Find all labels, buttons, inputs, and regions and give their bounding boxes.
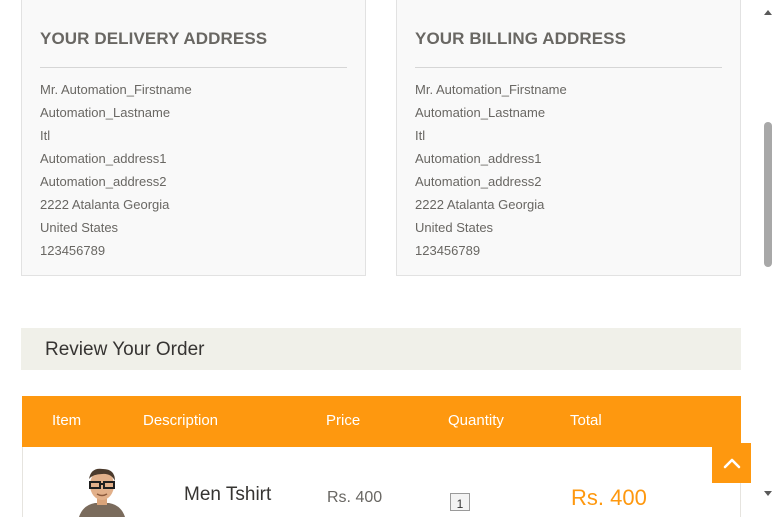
delivery-phone: 123456789 [40,243,106,258]
review-order-title: Review Your Order [45,339,205,360]
billing-address-card: YOUR BILLING ADDRESS Mr. Automation_Firs… [396,0,741,276]
product-price: Rs. 400 [327,489,383,506]
header-item: Item [52,412,82,429]
delivery-address-card: YOUR DELIVERY ADDRESS Mr. Automation_Fir… [21,0,366,276]
billing-address-title: YOUR BILLING ADDRESS [415,29,627,48]
billing-city-state: 2222 Atalanta Georgia [415,197,545,212]
header-description: Description [143,412,219,429]
header-quantity: Quantity [448,412,504,429]
divider [40,67,347,68]
review-order-heading: Review Your Order [21,328,741,370]
delivery-address2: Automation_address2 [40,174,167,189]
product-name-link[interactable]: Men Tshirt [184,484,271,506]
scroll-up-arrow-icon[interactable] [764,10,772,15]
order-table-header: Item Description Price Quantity Total [22,396,741,447]
divider [415,67,722,68]
scroll-to-top-button[interactable] [712,443,751,483]
chevron-up-icon [723,458,740,469]
billing-country: United States [415,220,494,235]
delivery-address1: Automation_address1 [40,151,167,166]
scrollbar-thumb[interactable] [764,122,772,267]
scroll-down-arrow-icon[interactable] [764,491,772,496]
delivery-city-state: 2222 Atalanta Georgia [40,197,170,212]
billing-name: Mr. Automation_Firstname [415,82,567,97]
header-total: Total [570,412,602,429]
billing-address1: Automation_address1 [415,151,542,166]
delivery-address-lines: Mr. Automation_Firstname Automation_Last… [40,81,192,265]
delivery-company: Itl [40,128,51,143]
billing-phone: 123456789 [415,243,481,258]
vertical-scrollbar[interactable] [760,0,776,506]
delivery-country: United States [40,220,119,235]
product-image[interactable] [73,467,131,517]
delivery-address-title: YOUR DELIVERY ADDRESS [40,29,268,48]
billing-company: Itl [415,128,426,143]
billing-address2: Automation_address2 [415,174,542,189]
billing-lastname: Automation_Lastname [415,105,546,120]
product-total: Rs. 400 [571,485,647,510]
billing-address-lines: Mr. Automation_Firstname Automation_Last… [415,81,567,265]
product-quantity: 1 [450,493,470,511]
delivery-lastname: Automation_Lastname [40,105,171,120]
delivery-name: Mr. Automation_Firstname [40,82,192,97]
table-row: Men Tshirt Rs. 400 1 Rs. 400 [22,447,741,517]
header-price: Price [326,412,361,429]
